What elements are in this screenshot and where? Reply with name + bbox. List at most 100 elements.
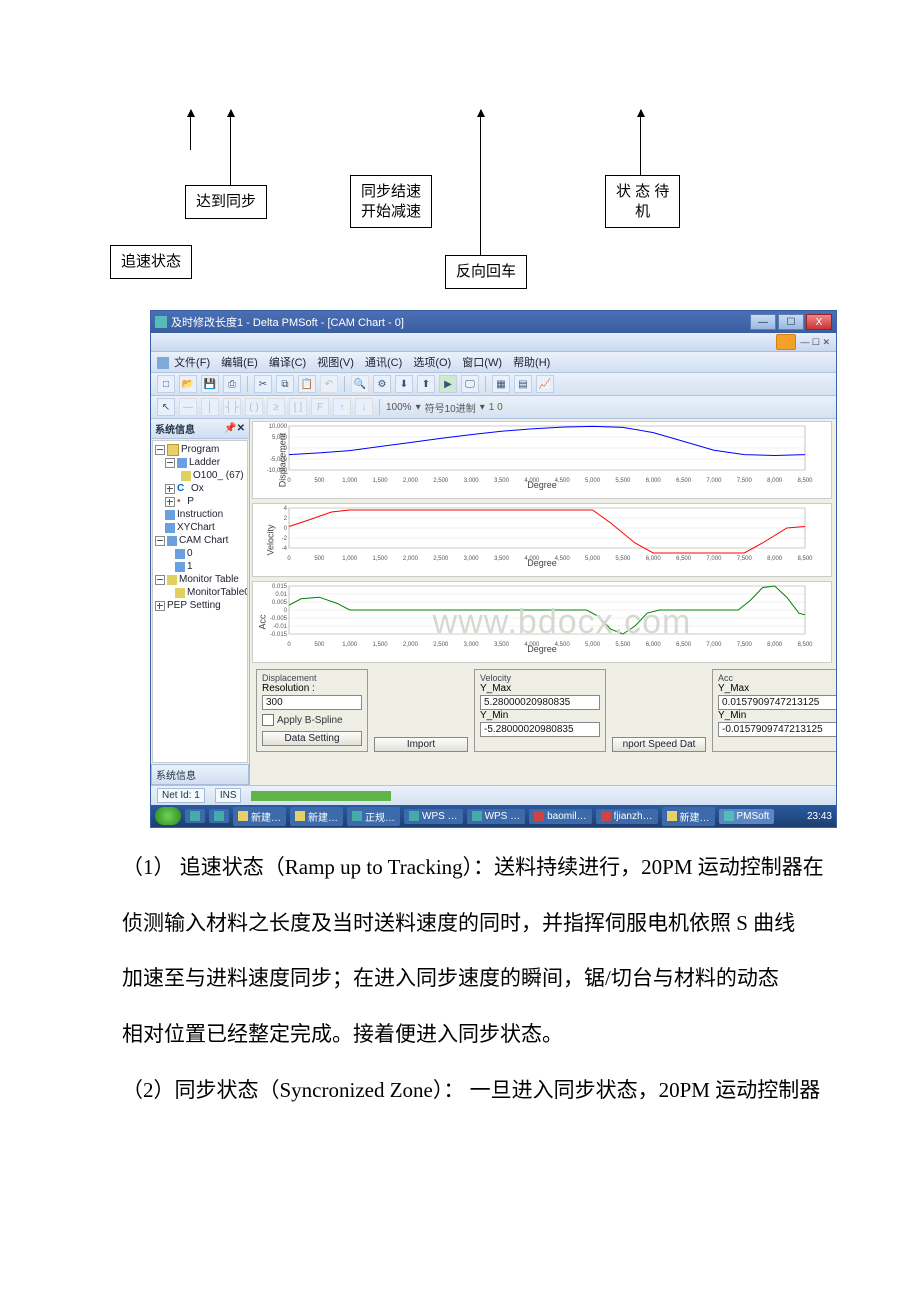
svg-text:-4: -4	[282, 546, 288, 552]
undo-icon[interactable]: ↶	[320, 375, 338, 393]
box-sync-reached: 达到同步	[185, 185, 267, 219]
paste-icon[interactable]: 📋	[298, 375, 316, 393]
svg-text:0.005: 0.005	[272, 600, 288, 606]
tree-instruction[interactable]: Instruction	[177, 508, 223, 521]
taskbar-item[interactable]: WPS …	[467, 809, 526, 824]
download-icon[interactable]: ⬇	[395, 375, 413, 393]
func-icon[interactable]: F	[311, 398, 329, 416]
tree-camchart[interactable]: CAM Chart	[179, 534, 228, 547]
taskbar-item[interactable]: 新建…	[290, 807, 343, 826]
taskbar-item[interactable]: 新建…	[233, 807, 286, 826]
tree-p[interactable]: P	[187, 495, 194, 508]
taskbar-item[interactable]: 新建…	[662, 807, 715, 826]
vel-ymax[interactable]: 5.28000020980835	[480, 695, 600, 710]
tray-icon[interactable]	[185, 809, 205, 823]
print-icon[interactable]: ⎙	[223, 375, 241, 393]
taskbar-item[interactable]: baomil…	[529, 809, 591, 824]
vel-ymin[interactable]: -5.28000020980835	[480, 722, 600, 737]
maximize-button[interactable]: ☐	[778, 314, 804, 330]
pmsoft-window: 及时修改长度1 - Delta PMSoft - [CAM Chart - 0]…	[150, 310, 837, 828]
resolution-input[interactable]: 300	[262, 695, 362, 710]
acc-ymax[interactable]: 0.0157909747213125	[718, 695, 836, 710]
ladder-icon	[177, 458, 187, 468]
instruction-icon	[165, 510, 175, 520]
ylabel-displacement: Displacement	[277, 433, 287, 488]
radix-value[interactable]: 符号10进制	[425, 400, 476, 415]
menu-help[interactable]: 帮助(H)	[513, 357, 550, 369]
menu-compile[interactable]: 编译(C)	[269, 357, 306, 369]
tree-ox[interactable]: Ox	[191, 482, 204, 495]
svg-text:4,500: 4,500	[555, 556, 571, 562]
start-button[interactable]	[155, 807, 181, 825]
taskbar-item[interactable]: fjianzh…	[596, 809, 658, 824]
tree-cam1[interactable]: 1	[187, 560, 193, 573]
svg-text:500: 500	[314, 642, 325, 648]
chart-icon[interactable]: 📈	[536, 375, 554, 393]
close-button[interactable]: X	[806, 314, 832, 330]
save-icon[interactable]: 💾	[201, 375, 219, 393]
compare-icon[interactable]: ≥	[267, 398, 285, 416]
contact-icon[interactable]: ┤├	[223, 398, 241, 416]
box-ramp-up: 追速状态	[110, 245, 192, 279]
zoom-value[interactable]: 100%	[386, 402, 412, 413]
cursor-icon[interactable]: ↖	[157, 398, 175, 416]
menu-edit[interactable]: 编辑(E)	[221, 357, 258, 369]
svg-text:7,000: 7,000	[706, 556, 722, 562]
taskbar-item-active[interactable]: PMSoft	[719, 809, 775, 824]
taskbar-item[interactable]: 正规…	[347, 807, 400, 826]
copy-icon[interactable]: ⧉	[276, 375, 294, 393]
vline-icon[interactable]: │	[201, 398, 219, 416]
tool-icon[interactable]: ⚙	[373, 375, 391, 393]
svg-text:500: 500	[314, 556, 325, 562]
tree-ladder[interactable]: Ladder	[189, 456, 220, 469]
menu-comm[interactable]: 通讯(C)	[365, 357, 402, 369]
table-icon[interactable]: ▤	[514, 375, 532, 393]
run-icon[interactable]: ▶	[439, 375, 457, 393]
pin-icon[interactable]: 📌✕	[224, 423, 245, 434]
svg-text:0.01: 0.01	[275, 592, 287, 598]
tree-cam0[interactable]: 0	[187, 547, 193, 560]
open-icon[interactable]: 📂	[179, 375, 197, 393]
minimize-button[interactable]: —	[750, 314, 776, 330]
import-speed-button[interactable]: nport Speed Dat	[612, 737, 706, 752]
find-icon[interactable]: 🔍	[351, 375, 369, 393]
tray-icon[interactable]	[209, 809, 229, 823]
menu-options[interactable]: 选项(O)	[413, 357, 451, 369]
tree-monitor[interactable]: Monitor Table	[179, 573, 239, 586]
monitor-icon[interactable]: 🖵	[461, 375, 479, 393]
tree-monitor0[interactable]: MonitorTable0	[187, 586, 248, 599]
svg-text:6,000: 6,000	[646, 642, 662, 648]
hline-icon[interactable]: —	[179, 398, 197, 416]
tree-program[interactable]: Program	[181, 443, 219, 456]
menu-view[interactable]: 视图(V)	[317, 357, 354, 369]
menu-window[interactable]: 窗口(W)	[462, 357, 502, 369]
svg-text:4: 4	[284, 506, 288, 512]
rise-icon[interactable]: ↑	[333, 398, 351, 416]
svg-text:1,000: 1,000	[342, 556, 358, 562]
svg-text:-0.01: -0.01	[273, 624, 287, 630]
coil-icon[interactable]: ( )	[245, 398, 263, 416]
menu-file[interactable]: 文件(F)	[174, 357, 210, 369]
sidebar-bottom-tab[interactable]: 系统信息	[151, 764, 249, 785]
data-setting-button[interactable]: Data Setting	[262, 731, 362, 746]
fall-icon[interactable]: ↓	[355, 398, 373, 416]
toolbar-secondary: ↖ — │ ┤├ ( ) ≥ [ ] F ↑ ↓ 100%▾ 符号10进制▾ 1…	[151, 396, 836, 419]
arrow-up-icon	[190, 110, 191, 150]
tree-o100[interactable]: O100_ (67)	[193, 469, 244, 482]
tree-xychart[interactable]: XYChart	[177, 521, 215, 534]
new-icon[interactable]: □	[157, 375, 175, 393]
clock: 23:43	[807, 811, 832, 822]
cut-icon[interactable]: ✂	[254, 375, 272, 393]
mdi-controls[interactable]: — ☐ ✕	[800, 337, 830, 348]
grid-icon[interactable]: ▦	[492, 375, 510, 393]
menubar[interactable]: 文件(F) 编辑(E) 编译(C) 视图(V) 通讯(C) 选项(O) 窗口(W…	[151, 352, 836, 373]
svg-text:5,500: 5,500	[615, 642, 631, 648]
tree[interactable]: Program Ladder O100_ (67) C Ox • P Instr…	[152, 440, 248, 763]
bspline-checkbox[interactable]: Apply B-Spline	[262, 714, 343, 726]
tree-pep[interactable]: PEP Setting	[167, 599, 221, 612]
import-button[interactable]: Import	[374, 737, 468, 752]
acc-ymin[interactable]: -0.0157909747213125	[718, 722, 836, 737]
taskbar-item[interactable]: WPS …	[404, 809, 463, 824]
upload-icon[interactable]: ⬆	[417, 375, 435, 393]
bracket-icon[interactable]: [ ]	[289, 398, 307, 416]
